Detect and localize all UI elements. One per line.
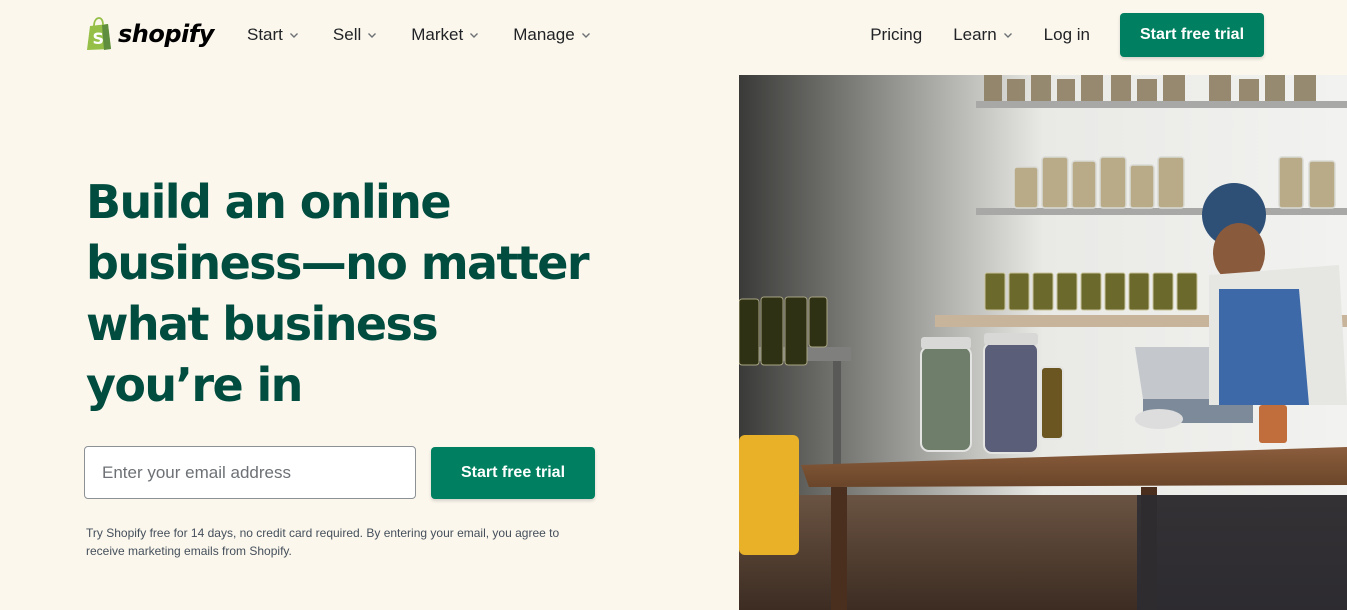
nav-item-label: Market bbox=[411, 25, 464, 44]
headline-line: you’re in bbox=[86, 358, 303, 412]
chevron-down-icon bbox=[1003, 33, 1012, 38]
chevron-down-icon bbox=[289, 33, 298, 38]
hero-headline: Build an online business—no matter what … bbox=[86, 172, 646, 416]
disclaimer-line: receive marketing emails from Shopify. bbox=[86, 544, 292, 558]
top-navigation: S shopify Start Sell Market Manage Prici… bbox=[0, 0, 1347, 72]
primary-menu: Start Sell Market Manage bbox=[247, 24, 625, 46]
shopify-logo[interactable]: S shopify bbox=[84, 16, 214, 52]
nav-item-market[interactable]: Market bbox=[411, 24, 479, 46]
nav-item-label: Pricing bbox=[870, 25, 923, 44]
headline-line: business—no matter bbox=[86, 236, 590, 290]
nav-item-learn[interactable]: Learn bbox=[953, 24, 1012, 46]
hero-start-free-trial-button[interactable]: Start free trial bbox=[431, 447, 595, 499]
nav-start-free-trial-button[interactable]: Start free trial bbox=[1120, 13, 1264, 57]
email-input[interactable] bbox=[84, 446, 416, 499]
hero-photo-illustration bbox=[739, 75, 1347, 610]
logo-wordmark: shopify bbox=[118, 20, 214, 48]
disclaimer-line: Try Shopify free for 14 days, no credit … bbox=[86, 526, 560, 540]
secondary-menu: Pricing Learn Log in Start free trial bbox=[870, 13, 1264, 57]
svg-text:S: S bbox=[93, 29, 105, 48]
nav-item-pricing[interactable]: Pricing bbox=[870, 24, 922, 46]
trial-disclaimer: Try Shopify free for 14 days, no credit … bbox=[86, 524, 586, 560]
hero-photo-merchant-at-workbench bbox=[739, 75, 1347, 610]
chevron-down-icon bbox=[470, 33, 479, 38]
nav-item-start[interactable]: Start bbox=[247, 24, 299, 46]
nav-item-label: Manage bbox=[513, 25, 575, 44]
login-label: Log in bbox=[1043, 25, 1090, 44]
nav-item-sell[interactable]: Sell bbox=[333, 24, 377, 46]
chevron-down-icon bbox=[581, 33, 590, 38]
shopping-bag-logo-icon: S bbox=[87, 17, 111, 50]
headline-line: what business bbox=[86, 297, 439, 351]
headline-line: Build an online bbox=[86, 175, 452, 229]
nav-item-label: Sell bbox=[332, 25, 362, 44]
nav-item-manage[interactable]: Manage bbox=[513, 24, 590, 46]
chevron-down-icon bbox=[368, 33, 377, 38]
nav-item-label: Start bbox=[247, 25, 283, 44]
nav-item-label: Learn bbox=[953, 25, 997, 44]
login-link[interactable]: Log in bbox=[1044, 24, 1090, 46]
